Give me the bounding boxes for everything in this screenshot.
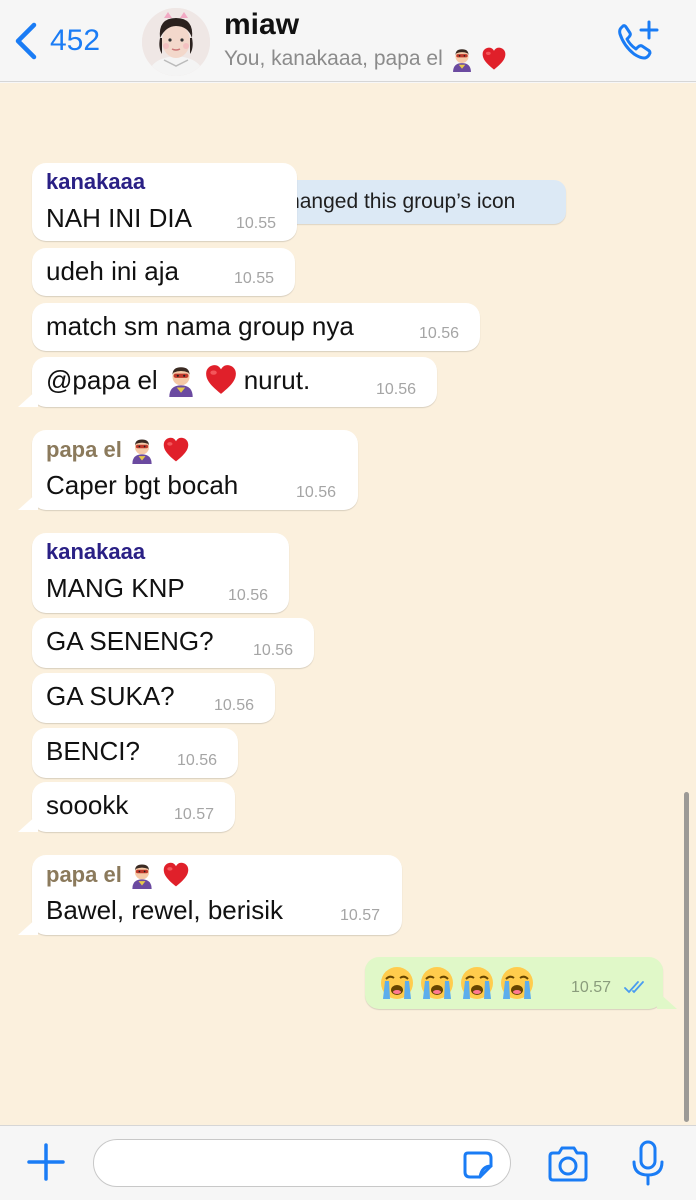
message-bubble[interactable]: @papa el nurut. 10.56 xyxy=(32,357,437,407)
message-time: 10.57 xyxy=(340,907,381,924)
message-time: 10.55 xyxy=(236,215,277,232)
message-text: Caper bgt bocah xyxy=(46,470,239,500)
message-time: 10.57 xyxy=(174,806,215,823)
outgoing-message-bubble[interactable]: 10.57 xyxy=(365,957,663,1009)
message-text-tail: nurut. xyxy=(243,364,311,395)
message-text: GA SUKA? xyxy=(46,681,175,711)
message-bubble[interactable]: GA SUKA? 10.56 xyxy=(32,673,275,723)
message-text: soookk xyxy=(46,790,129,820)
chevron-left-icon xyxy=(15,22,37,60)
message-bubble[interactable]: papa el Caper bgt bocah 10.56 xyxy=(32,430,358,510)
message-bubble[interactable]: soookk 10.57 xyxy=(32,782,235,832)
red-heart-emoji-icon xyxy=(204,363,238,397)
crying-face-emoji-icon xyxy=(379,965,415,1001)
message-bubble[interactable]: kanakaaa MANG KNP 10.56 xyxy=(32,533,289,613)
message-bubble[interactable]: match sm nama group nya 10.56 xyxy=(32,303,480,351)
sender-name-text: papa el xyxy=(46,862,122,887)
message-time: 10.56 xyxy=(419,325,460,342)
superhero-emoji-icon xyxy=(128,436,156,464)
red-heart-emoji-icon xyxy=(481,46,507,72)
camera-icon[interactable] xyxy=(546,1144,590,1184)
sender-name: papa el xyxy=(46,436,190,464)
red-heart-emoji-icon xyxy=(162,861,190,889)
sender-name: kanakaaa xyxy=(46,169,146,194)
message-text: GA SENENG? xyxy=(46,626,214,656)
sender-name: papa el xyxy=(46,861,190,889)
crying-face-emoji-icon xyxy=(459,965,495,1001)
back-button[interactable]: 452 xyxy=(12,20,100,62)
message-time: 10.57 xyxy=(571,979,612,996)
message-bubble[interactable]: udeh ini aja 10.55 xyxy=(32,248,295,296)
message-text: Bawel, rewel, berisik xyxy=(46,895,283,925)
message-time: 10.56 xyxy=(177,752,218,769)
unread-count: 452 xyxy=(50,24,101,57)
message-text: match sm nama group nya xyxy=(46,311,354,341)
message-input[interactable] xyxy=(93,1139,511,1187)
message-text: MANG KNP xyxy=(46,573,185,603)
phone-plus-icon xyxy=(618,20,659,60)
read-receipt-icon xyxy=(624,981,644,994)
red-heart-emoji-icon xyxy=(162,436,190,464)
superhero-emoji-icon xyxy=(128,861,156,889)
message-time: 10.56 xyxy=(214,697,255,714)
superhero-emoji-icon xyxy=(449,46,475,72)
crying-face-emoji-icon xyxy=(499,965,535,1001)
message-text: BENCI? xyxy=(46,736,140,766)
add-call-button[interactable] xyxy=(612,18,662,64)
group-avatar[interactable] xyxy=(142,8,210,76)
participants-text: You, kanakaaa, papa el xyxy=(224,47,443,70)
message-time: 10.56 xyxy=(228,587,269,604)
microphone-icon[interactable] xyxy=(630,1140,666,1186)
message-bubble[interactable]: BENCI? 10.56 xyxy=(32,728,238,778)
chat-participants[interactable]: You, kanakaaa, papa el xyxy=(224,46,507,72)
message-input-bar xyxy=(0,1125,696,1200)
message-time: 10.56 xyxy=(376,381,417,398)
message-time: 10.56 xyxy=(253,642,294,659)
chat-header: 452 miaw You, kanakaaa, papa el xyxy=(0,0,696,82)
plus-icon[interactable] xyxy=(26,1142,66,1182)
message-text: NAH INI DIA xyxy=(46,203,192,233)
sender-name-text: papa el xyxy=(46,437,122,462)
mention-text[interactable]: @papa el xyxy=(46,365,158,396)
message-bubble[interactable]: GA SENENG? 10.56 xyxy=(32,618,314,668)
message-bubble[interactable]: papa el Bawel, rewel, berisik 10.57 xyxy=(32,855,402,935)
message-time: 10.56 xyxy=(296,484,337,501)
message-bubble[interactable]: kanakaaa NAH INI DIA 10.55 xyxy=(32,163,297,241)
sender-name: kanakaaa xyxy=(46,539,146,564)
message-text: udeh ini aja xyxy=(46,256,179,286)
chat-title[interactable]: miaw xyxy=(224,8,299,42)
superhero-emoji-icon xyxy=(164,363,198,397)
scrollbar[interactable] xyxy=(684,792,689,1122)
message-time: 10.55 xyxy=(234,270,275,287)
sticker-icon[interactable] xyxy=(462,1150,494,1180)
emoji-row xyxy=(379,965,535,1001)
crying-face-emoji-icon xyxy=(419,965,455,1001)
message-text: @papa el nurut. xyxy=(46,363,310,397)
